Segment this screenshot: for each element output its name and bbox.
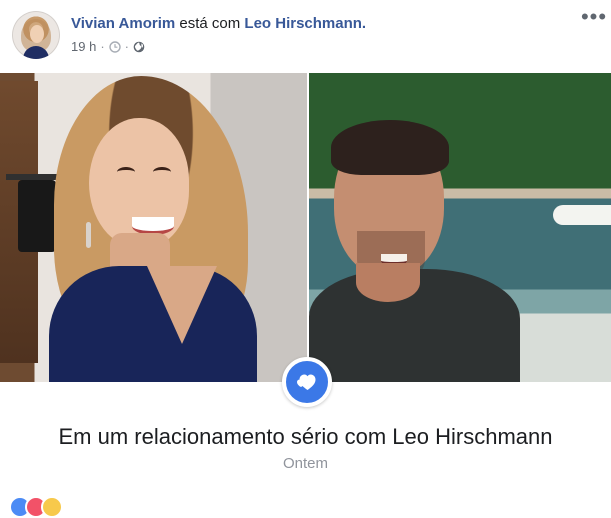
reaction-icons[interactable] xyxy=(9,496,79,518)
meta-separator-2: · xyxy=(124,39,129,54)
author-link[interactable]: Vivian Amorim xyxy=(71,15,175,32)
post-connector-text: está com xyxy=(179,15,241,32)
man-neck xyxy=(356,263,420,302)
avatar-shoulders xyxy=(23,46,49,59)
tagged-person-link[interactable]: Leo Hirschmann. xyxy=(244,15,366,32)
emoji-reaction-icon xyxy=(41,496,63,518)
post-meta: 19 h · · xyxy=(71,39,145,55)
globe-icon[interactable] xyxy=(133,41,145,53)
post-title-line: Vivian Amorim está com Leo Hirschmann. xyxy=(71,15,366,33)
man-hair xyxy=(331,120,449,175)
blue-dress xyxy=(49,266,257,382)
relationship-date: Ontem xyxy=(282,455,328,472)
relationship-status-text: Em um relacionamento sério com Leo Hirsc… xyxy=(58,424,553,449)
post-timestamp[interactable]: 19 h xyxy=(71,39,96,55)
hanging-garment xyxy=(18,180,56,252)
right-profile-photo[interactable] xyxy=(309,73,611,382)
background-boat xyxy=(553,205,611,225)
left-profile-photo[interactable] xyxy=(0,73,307,382)
relationship-photos xyxy=(0,73,611,382)
woman-left-eye xyxy=(117,167,135,177)
woman-face xyxy=(89,118,189,248)
post-header: Vivian Amorim está com Leo Hirschmann. 1… xyxy=(0,0,611,72)
meta-separator: · xyxy=(100,39,105,54)
relationship-heart-badge xyxy=(282,357,332,407)
post-options-button[interactable]: ••• xyxy=(580,6,608,32)
heart-icon xyxy=(297,374,316,390)
dress-neckline xyxy=(147,266,217,344)
clock-icon xyxy=(108,41,121,53)
earring xyxy=(86,222,91,248)
profile-avatar[interactable] xyxy=(12,11,60,59)
woman-right-eye xyxy=(153,167,171,177)
